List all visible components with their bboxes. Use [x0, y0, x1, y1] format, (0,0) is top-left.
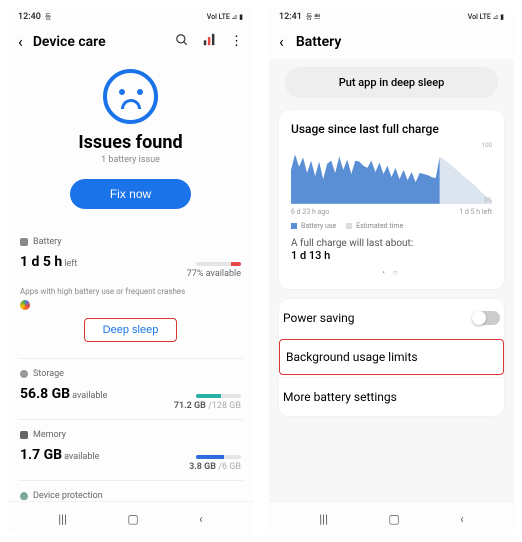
battery-screen: 12:41 등 쁘 Vol LTE ⊿ ▮ ‹ Battery Put app … — [269, 8, 514, 534]
chart-icon[interactable] — [203, 33, 216, 50]
battery-unit: left — [64, 259, 77, 269]
battery-available: 77% available — [187, 269, 241, 279]
page-title: Battery — [296, 34, 504, 50]
chart-axis-bot: 0% — [484, 197, 492, 204]
battery-icon — [20, 238, 28, 246]
header: ‹ Device care ⋮ — [8, 24, 253, 59]
battery-section[interactable]: Battery 1 d 5 hleft 77% available Apps w… — [18, 227, 243, 358]
search-icon[interactable] — [175, 33, 189, 51]
storage-unit: available — [72, 391, 107, 401]
apps-note: Apps with high battery use or frequent c… — [20, 287, 241, 296]
memory-section[interactable]: Memory 1.7 GBavailable 3.8 GB /6 GB — [18, 419, 243, 480]
status-bar: 12:41 등 쁘 Vol LTE ⊿ ▮ — [269, 8, 514, 24]
back-icon[interactable]: ‹ — [18, 32, 23, 51]
settings-card: Power saving Background usage limits Mor… — [279, 299, 504, 416]
memory-total: /6 GB — [216, 462, 241, 472]
deep-sleep-button[interactable]: Deep sleep — [84, 318, 178, 342]
storage-icon — [20, 370, 28, 378]
legend-est: Estimated time — [356, 222, 403, 230]
nav-bar: ||| ▢ ‹ — [8, 501, 253, 534]
more-icon[interactable]: ⋮ — [230, 34, 243, 49]
storage-total: /128 GB — [206, 401, 241, 411]
storage-used: 71.2 GB — [174, 401, 206, 411]
battery-value: 1 d 5 h — [20, 254, 62, 270]
legend-est-icon — [346, 223, 352, 229]
storage-value: 56.8 GB — [20, 386, 70, 402]
nav-recents[interactable]: ||| — [58, 512, 67, 526]
nav-back[interactable]: ‹ — [460, 512, 464, 526]
memory-used: 3.8 GB — [189, 462, 216, 472]
status-misc: 등 쁘 — [306, 12, 321, 22]
power-saving-label: Power saving — [283, 311, 355, 325]
nav-home[interactable]: ▢ — [388, 512, 399, 526]
more-battery-settings-row[interactable]: More battery settings — [279, 377, 504, 416]
status-time: 12:40 — [18, 12, 41, 22]
chart-legend: Battery use Estimated time — [291, 222, 492, 230]
power-saving-row[interactable]: Power saving — [279, 299, 504, 337]
storage-label: Storage — [33, 369, 64, 379]
status-indicators: Vol LTE ⊿ ▮ — [207, 13, 243, 21]
status-indicators: Vol LTE ⊿ ▮ — [468, 13, 504, 21]
usage-title: Usage since last full charge — [291, 122, 492, 136]
sad-face-icon — [103, 69, 158, 124]
nav-bar: ||| ▢ ‹ — [269, 501, 514, 534]
back-icon[interactable]: ‹ — [279, 32, 284, 51]
power-saving-toggle[interactable] — [472, 311, 500, 325]
nav-home[interactable]: ▢ — [127, 512, 138, 526]
usage-chart: 100 0% — [291, 142, 492, 204]
issues-subtitle: 1 battery issue — [18, 155, 243, 165]
legend-battery: Battery use — [301, 222, 336, 230]
page-title: Device care — [33, 34, 165, 50]
legend-battery-icon — [291, 223, 297, 229]
storage-section[interactable]: Storage 56.8 GBavailable 71.2 GB /128 GB — [18, 358, 243, 419]
chart-right-label: 1 d 5 h left — [459, 208, 492, 216]
memory-unit: available — [64, 452, 99, 462]
bg-limits-label: Background usage limits — [286, 350, 418, 364]
put-app-deep-sleep-button[interactable]: Put app in deep sleep — [285, 67, 498, 98]
background-usage-limits-row[interactable]: Background usage limits — [279, 339, 504, 375]
memory-icon — [20, 431, 28, 439]
status-misc: 등 — [45, 12, 51, 22]
content: Issues found 1 battery issue Fix now Bat… — [8, 59, 253, 501]
nav-recents[interactable]: ||| — [319, 512, 328, 526]
device-protection-label: Device protection — [33, 491, 103, 501]
chart-left-label: 6 d 23 h ago — [291, 208, 329, 216]
status-bar: 12:40 등 Vol LTE ⊿ ▮ — [8, 8, 253, 24]
status-time: 12:41 — [279, 12, 302, 22]
full-charge-note: A full charge will last about: — [291, 238, 492, 249]
device-care-screen: 12:40 등 Vol LTE ⊿ ▮ ‹ Device care ⋮ Issu… — [8, 8, 253, 534]
chart-axis-top: 100 — [482, 142, 492, 149]
fix-now-button[interactable]: Fix now — [70, 179, 191, 209]
battery-label: Battery — [33, 237, 62, 247]
usage-card: Usage since last full charge 100 0% 6 d … — [279, 110, 504, 289]
memory-value: 1.7 GB — [20, 447, 62, 463]
nav-back[interactable]: ‹ — [199, 512, 203, 526]
issues-title: Issues found — [18, 132, 243, 153]
device-protection-section[interactable]: Device protection — [18, 480, 243, 501]
header: ‹ Battery — [269, 24, 514, 59]
memory-label: Memory — [33, 430, 66, 440]
shield-icon — [20, 492, 28, 500]
full-charge-value: 1 d 13 h — [291, 249, 492, 262]
pager-dots: • ○ — [291, 268, 492, 277]
more-settings-label: More battery settings — [283, 390, 397, 404]
app-icon — [20, 300, 30, 310]
content: Put app in deep sleep Usage since last f… — [269, 59, 514, 501]
